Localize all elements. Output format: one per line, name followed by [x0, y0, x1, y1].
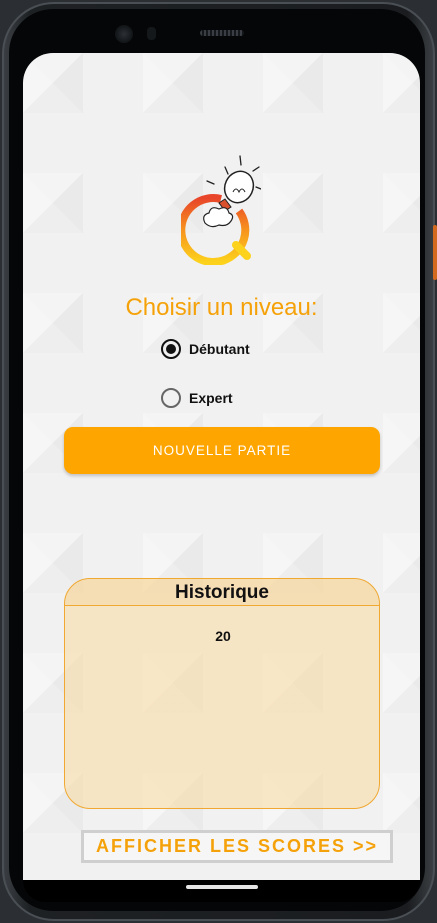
level-label-expert: Expert [189, 390, 233, 406]
level-option-debutant[interactable]: Débutant [161, 339, 250, 359]
radio-dot [166, 344, 176, 354]
front-camera [115, 25, 133, 43]
history-entry: 20 [215, 628, 231, 644]
page-title: Choisir un niveau: [125, 294, 318, 321]
home-indicator[interactable] [186, 885, 258, 889]
navigation-bar [23, 880, 420, 902]
show-scores-button[interactable]: AFFICHER LES SCORES >> [81, 830, 393, 863]
earpiece-speaker [200, 30, 244, 36]
level-label-debutant: Débutant [189, 341, 250, 357]
level-option-expert[interactable]: Expert [161, 388, 233, 408]
proximity-sensor [147, 27, 156, 40]
lightbulb-quiz-logo-icon [181, 155, 261, 265]
app-screen: Choisir un niveau: Débutant Expert NOUVE… [23, 53, 420, 880]
history-header: Historique [65, 579, 379, 606]
history-title: Historique [175, 582, 269, 603]
radio-unchecked-icon[interactable] [161, 388, 181, 408]
radio-checked-icon[interactable] [161, 339, 181, 359]
new-game-button[interactable]: NOUVELLE PARTIE [64, 427, 380, 474]
history-panel: Historique 20 [64, 578, 380, 809]
power-button [433, 225, 437, 280]
